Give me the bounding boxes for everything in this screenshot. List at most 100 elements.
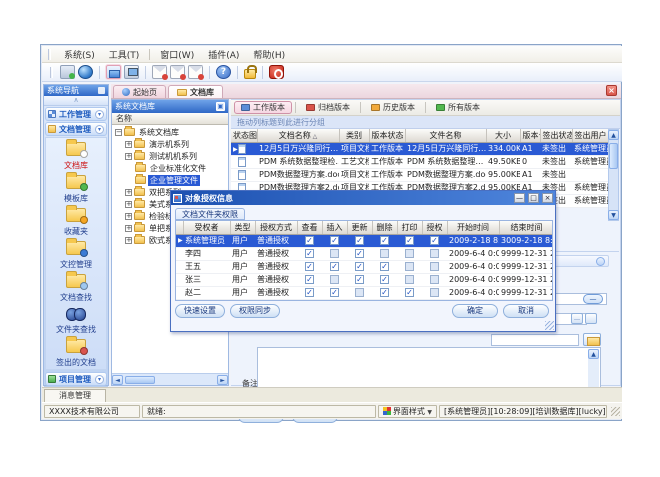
dialog-cell[interactable]: 用户 [230, 247, 255, 260]
grid-cell[interactable]: PDM 系统数据整理检… [257, 155, 339, 168]
dialog-cell[interactable]: 用户 [230, 273, 255, 286]
sidebar-group-work[interactable]: 工作管理▾ [45, 107, 107, 121]
permission-sync-button[interactable]: 权限同步 [230, 304, 280, 318]
globe-icon[interactable] [78, 65, 93, 79]
checkbox-checked[interactable]: ✓ [380, 236, 389, 245]
menu-item[interactable]: 插件(A) [201, 47, 246, 62]
column-header-8[interactable]: 签出用户 [572, 129, 608, 142]
dialog-column-header-8[interactable]: 授权 [422, 221, 447, 234]
mail-send-icon[interactable] [152, 65, 167, 79]
checkbox-checked[interactable]: ✓ [405, 288, 414, 297]
dialog-column-header-4[interactable]: 插入 [322, 221, 347, 234]
expand-icon[interactable]: + [125, 201, 132, 208]
dialog-resize-grip[interactable] [545, 321, 554, 330]
checkbox-unchecked[interactable] [430, 249, 439, 258]
menu-item[interactable]: 窗口(W) [153, 47, 201, 62]
grid-cell[interactable]: 系统管理员 [572, 142, 608, 155]
checkbox-unchecked[interactable] [405, 249, 414, 258]
checkbox-checked[interactable]: ✓ [430, 236, 439, 245]
mail-open-icon[interactable] [170, 65, 185, 79]
sidebar-panel-icon[interactable] [98, 87, 105, 94]
permission-cell[interactable] [422, 273, 447, 286]
permission-cell[interactable]: ✓ [347, 234, 372, 247]
checkbox-unchecked[interactable] [405, 262, 414, 271]
sidebar-item-doc-control[interactable]: 文控管理 [46, 240, 106, 271]
dialog-cell[interactable]: 3009-2-18 8:35:57 [499, 234, 553, 247]
checkbox-checked[interactable]: ✓ [355, 236, 364, 245]
grid-cell[interactable]: PDM 系统数据整理… [405, 155, 486, 168]
permission-cell[interactable] [397, 247, 422, 260]
grid-cell[interactable]: 项目文档 [339, 142, 369, 155]
column-header-4[interactable]: 文件名称 [405, 129, 486, 142]
version-tab-1[interactable]: 归档版本 [299, 101, 357, 114]
dialog-cell[interactable]: 9999-12-31 23:59:59 [499, 286, 553, 299]
sidebar-header[interactable]: 系统导航 [44, 85, 108, 96]
grid-cell[interactable]: PDM数据整理方案.doc [405, 168, 486, 181]
resize-grip[interactable] [611, 407, 620, 416]
grid-cell[interactable]: A1 [520, 168, 540, 181]
grid-cell[interactable]: 12月5日万兴隆同行… [257, 142, 339, 155]
checkbox-checked[interactable]: ✓ [380, 262, 389, 271]
tab-doc-library[interactable]: 文档库 [168, 85, 223, 98]
permission-cell[interactable]: ✓ [372, 273, 397, 286]
column-header-5[interactable]: 大小 [486, 129, 520, 142]
scroll-thumb[interactable] [609, 143, 618, 169]
permission-cell[interactable]: ✓ [297, 234, 322, 247]
grid-cell[interactable]: 系统管理员 [572, 194, 608, 207]
grid-cell[interactable]: 工艺文档 [339, 155, 369, 168]
checkbox-checked[interactable]: ✓ [330, 262, 339, 271]
dialog-cell[interactable]: 9999-12-31 23:59:59 [499, 273, 553, 286]
grid-cell[interactable]: 12月5日万兴隆同行… [405, 142, 486, 155]
checkbox-unchecked[interactable] [430, 262, 439, 271]
scroll-down-icon[interactable]: ▼ [608, 210, 619, 220]
tree-item[interactable]: 企业管理文件 [112, 174, 228, 186]
scroll-thumb[interactable] [125, 376, 155, 384]
checkbox-checked[interactable]: ✓ [355, 275, 364, 284]
dialog-cell[interactable]: 用户 [230, 260, 255, 273]
tree-item[interactable]: −系统文档库 [112, 126, 228, 138]
sidebar-group-proj[interactable]: 项目管理▾ [45, 372, 107, 386]
dialog-cell[interactable]: 用户 [230, 234, 255, 247]
dialog-cell[interactable]: 普通授权 [255, 273, 297, 286]
checkbox-checked[interactable]: ✓ [305, 262, 314, 271]
permission-cell[interactable] [422, 286, 447, 299]
message-manager-tab[interactable]: 消息管理 [44, 389, 106, 402]
permission-cell[interactable] [397, 260, 422, 273]
grid-cell[interactable]: 49.50KB [486, 155, 520, 168]
grid-cell[interactable]: 未签出 [540, 142, 572, 155]
grid-cell[interactable]: 95.00KB [486, 168, 520, 181]
grid-cell[interactable]: 系统管理员 [572, 155, 608, 168]
permission-cell[interactable]: ✓ [372, 286, 397, 299]
sidebar-group-doc[interactable]: 文档管理▾ [45, 122, 107, 136]
detail-collapse-icon[interactable] [596, 257, 605, 266]
checkbox-checked[interactable]: ✓ [405, 236, 414, 245]
dialog-column-header-3[interactable]: 查看 [297, 221, 322, 234]
menu-item[interactable]: 帮助(H) [246, 47, 292, 62]
grid-cell[interactable]: A1 [520, 142, 540, 155]
lock-icon[interactable] [244, 69, 256, 79]
permission-cell[interactable] [397, 273, 422, 286]
workstation-icon[interactable] [124, 65, 139, 79]
version-tab-2[interactable]: 历史版本 [364, 101, 422, 114]
version-tab-0[interactable]: 工作版本 [234, 101, 292, 114]
permission-row[interactable]: 张三用户普通授权✓✓✓2009-6-4 0:00:009999-12-31 23… [176, 273, 553, 286]
menu-item[interactable]: 工具(T) [102, 47, 147, 62]
checkbox-checked[interactable]: ✓ [330, 236, 339, 245]
expand-icon[interactable]: + [125, 213, 132, 220]
permission-cell[interactable]: ✓ [347, 273, 372, 286]
tree-item[interactable]: +测试机机系列 [112, 150, 228, 162]
status-icon-cell[interactable] [231, 155, 257, 168]
close-tab-button[interactable]: × [606, 85, 617, 96]
permission-cell[interactable]: ✓ [322, 234, 347, 247]
expand-icon[interactable]: + [125, 141, 132, 148]
table-row[interactable]: PDM数据整理方案.doc项目文档工作版本PDM数据整理方案.doc95.00K… [231, 168, 608, 181]
close-button[interactable]: × [542, 193, 553, 203]
chevron-down-icon[interactable]: ▾ [95, 125, 104, 134]
scroll-up-icon[interactable]: ▲ [588, 349, 599, 359]
permission-cell[interactable]: ✓ [422, 234, 447, 247]
sidebar-item-template-library[interactable]: 模板库 [46, 174, 106, 205]
scroll-right-icon[interactable]: ► [217, 375, 228, 385]
checkbox-checked[interactable]: ✓ [305, 249, 314, 258]
checkbox-checked[interactable]: ✓ [380, 275, 389, 284]
status-icon-cell[interactable]: ▶ [231, 142, 257, 155]
